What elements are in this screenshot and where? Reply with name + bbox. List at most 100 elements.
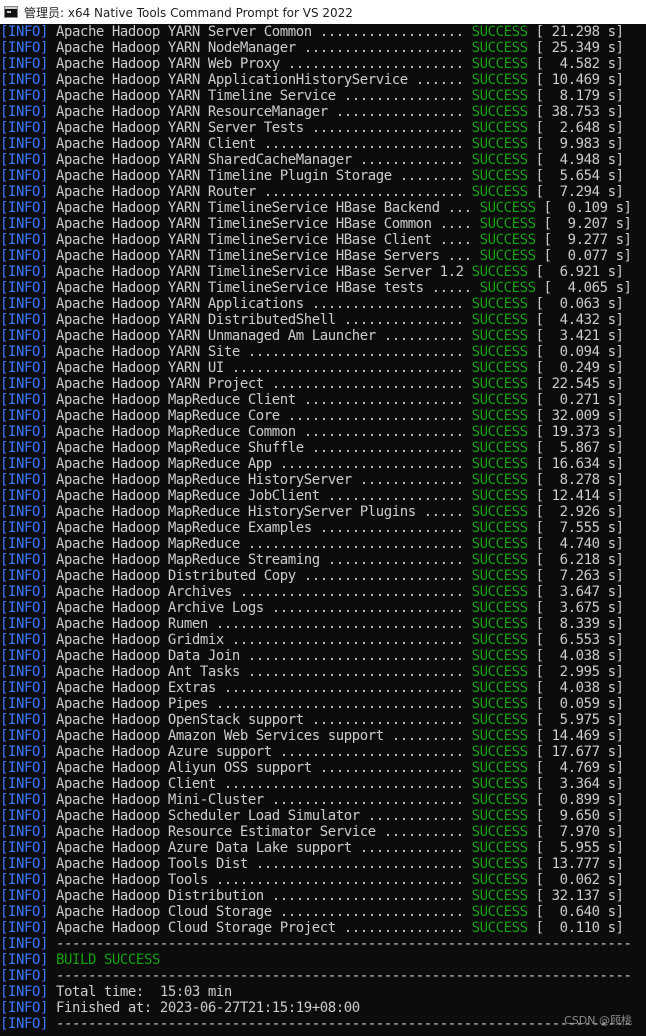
- module-time: [ 25.349 s]: [535, 40, 624, 56]
- console-output[interactable]: [INFO] Apache Hadoop YARN Server Common …: [0, 24, 646, 1036]
- module-status: SUCCESS: [471, 584, 528, 600]
- module-result-row: [INFO] Apache Hadoop YARN Timeline Servi…: [0, 88, 646, 104]
- module-name: Apache Hadoop MapReduce JobClient: [55, 488, 320, 504]
- module-dots: .............: [351, 840, 464, 856]
- module-result-row: [INFO] Apache Hadoop Data Join .........…: [0, 648, 646, 664]
- info-tag: [INFO]: [0, 728, 48, 744]
- csdn-watermark: CSDN @顾桃: [564, 1014, 632, 1027]
- module-name: Apache Hadoop YARN Server Common: [55, 24, 312, 40]
- module-status: SUCCESS: [471, 376, 528, 392]
- module-name: Apache Hadoop YARN ApplicationHistorySer…: [55, 72, 408, 88]
- module-name: Apache Hadoop MapReduce Streaming: [55, 552, 320, 568]
- module-dots: ...............: [335, 312, 464, 328]
- info-tag: [INFO]: [0, 712, 48, 728]
- module-dots: ...............: [335, 88, 464, 104]
- module-time: [ 19.373 s]: [535, 424, 624, 440]
- module-dots: ..................: [311, 24, 464, 40]
- info-tag: [INFO]: [0, 232, 48, 248]
- module-result-row: [INFO] Apache Hadoop YARN Applications .…: [0, 296, 646, 312]
- info-tag: [INFO]: [0, 120, 48, 136]
- module-time: [ 3.647 s]: [535, 584, 624, 600]
- info-tag: [INFO]: [0, 168, 48, 184]
- module-name: Apache Hadoop MapReduce Core: [55, 408, 280, 424]
- module-time: [ 0.062 s]: [535, 872, 624, 888]
- info-tag: [INFO]: [0, 744, 48, 760]
- module-time: [ 4.038 s]: [535, 680, 624, 696]
- window-titlebar[interactable]: 管理员: x64 Native Tools Command Prompt for…: [0, 0, 646, 24]
- module-dots: ........: [391, 168, 464, 184]
- module-time: [ 8.339 s]: [535, 616, 624, 632]
- build-result: BUILD SUCCESS: [55, 952, 160, 968]
- module-dots: ........................: [263, 888, 464, 904]
- info-tag: [INFO]: [0, 600, 48, 616]
- separator: ----------------------------------------…: [55, 1016, 632, 1032]
- module-result-row: [INFO] Apache Hadoop Resource Estimator …: [0, 824, 646, 840]
- module-name: Apache Hadoop YARN SharedCacheManager: [55, 152, 352, 168]
- module-time: [ 12.414 s]: [535, 488, 624, 504]
- module-name: Apache Hadoop MapReduce Examples: [55, 520, 312, 536]
- module-name: Apache Hadoop YARN TimelineService HBase…: [55, 216, 432, 232]
- module-dots: ..........................: [247, 856, 464, 872]
- module-time: [ 9.207 s]: [543, 216, 632, 232]
- module-result-row: [INFO] Apache Hadoop Archives ..........…: [0, 584, 646, 600]
- module-dots: .........................: [255, 136, 464, 152]
- module-time: [ 0.640 s]: [535, 904, 624, 920]
- module-dots: ....: [431, 232, 472, 248]
- module-result-row: [INFO] Apache Hadoop YARN Unmanaged Am L…: [0, 328, 646, 344]
- module-time: [ 32.009 s]: [535, 408, 624, 424]
- module-time: [ 0.077 s]: [543, 248, 632, 264]
- module-result-row: [INFO] Apache Hadoop YARN Project ......…: [0, 376, 646, 392]
- info-tag: [INFO]: [0, 696, 48, 712]
- build-result-line: [INFO] BUILD SUCCESS: [0, 952, 646, 968]
- module-dots: ...................: [303, 296, 464, 312]
- module-dots: .........................: [255, 184, 464, 200]
- module-result-row: [INFO] Apache Hadoop YARN TimelineServic…: [0, 232, 646, 248]
- module-status: SUCCESS: [471, 552, 528, 568]
- module-status: SUCCESS: [471, 504, 528, 520]
- module-name: Apache Hadoop MapReduce HistoryServer: [55, 472, 352, 488]
- module-time: [ 5.975 s]: [535, 712, 624, 728]
- info-tag: [INFO]: [0, 616, 48, 632]
- info-tag: [INFO]: [0, 312, 48, 328]
- total-time-line: [INFO] Total time: 15:03 min: [0, 984, 646, 1000]
- info-tag: [INFO]: [0, 520, 48, 536]
- module-status: SUCCESS: [471, 152, 528, 168]
- module-result-row: [INFO] Apache Hadoop Tools .............…: [0, 872, 646, 888]
- module-status: SUCCESS: [479, 280, 536, 296]
- module-result-row: [INFO] Apache Hadoop Rumen .............…: [0, 616, 646, 632]
- module-name: Apache Hadoop YARN TimelineService HBase…: [55, 200, 440, 216]
- module-dots: ........................: [263, 376, 464, 392]
- module-result-row: [INFO] Apache Hadoop YARN Web Proxy ....…: [0, 56, 646, 72]
- module-status: SUCCESS: [471, 104, 528, 120]
- module-status: SUCCESS: [471, 792, 528, 808]
- module-result-row: [INFO] Apache Hadoop YARN TimelineServic…: [0, 216, 646, 232]
- module-name: Apache Hadoop YARN TimelineService HBase…: [55, 280, 424, 296]
- module-result-row: [INFO] Apache Hadoop Cloud Storage Proje…: [0, 920, 646, 936]
- module-status: SUCCESS: [471, 904, 528, 920]
- module-dots: .............................: [223, 360, 464, 376]
- module-status: SUCCESS: [471, 312, 528, 328]
- info-tag: [INFO]: [0, 24, 48, 40]
- module-time: [ 9.650 s]: [535, 808, 624, 824]
- module-result-row: [INFO] Apache Hadoop YARN Timeline Plugi…: [0, 168, 646, 184]
- module-status: SUCCESS: [471, 360, 528, 376]
- module-name: Apache Hadoop YARN Site: [55, 344, 240, 360]
- module-result-row: [INFO] Apache Hadoop YARN TimelineServic…: [0, 264, 646, 280]
- module-dots: ....................: [295, 568, 464, 584]
- info-tag: [INFO]: [0, 104, 48, 120]
- module-result-row: [INFO] Apache Hadoop Azure support .....…: [0, 744, 646, 760]
- module-time: [ 2.648 s]: [535, 120, 624, 136]
- finished-at: Finished at: 2023-06-27T21:15:19+08:00: [55, 1000, 360, 1016]
- info-tag: [INFO]: [0, 408, 48, 424]
- module-time: [ 38.753 s]: [535, 104, 624, 120]
- module-name: Apache Hadoop YARN TimelineService HBase…: [55, 264, 464, 280]
- module-status: SUCCESS: [471, 744, 528, 760]
- module-dots: .....: [415, 504, 464, 520]
- info-tag: [INFO]: [0, 216, 48, 232]
- info-tag: [INFO]: [0, 264, 48, 280]
- module-name: Apache Hadoop OpenStack support: [55, 712, 304, 728]
- module-name: Apache Hadoop YARN Server Tests: [55, 120, 304, 136]
- module-result-row: [INFO] Apache Hadoop YARN Server Tests .…: [0, 120, 646, 136]
- module-time: [ 0.249 s]: [535, 360, 624, 376]
- module-status: SUCCESS: [471, 568, 528, 584]
